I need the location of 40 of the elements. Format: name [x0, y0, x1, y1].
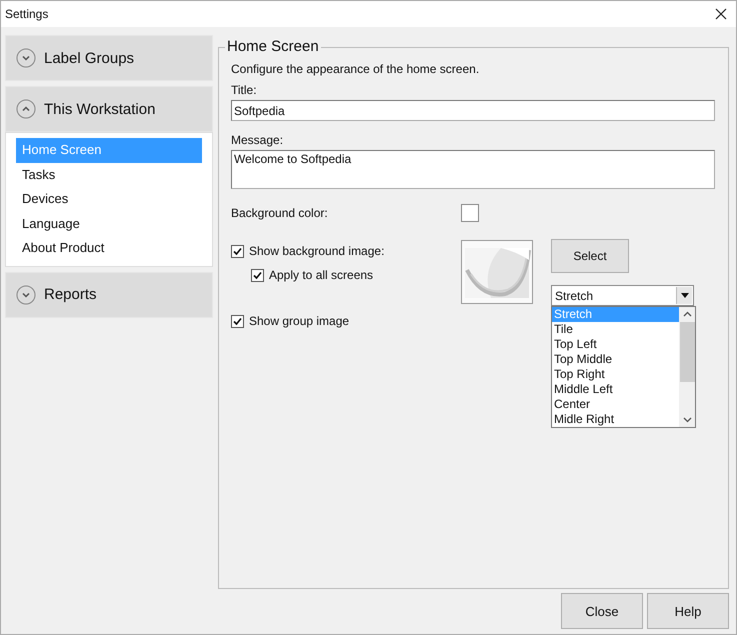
sidebar-item[interactable]: Language	[16, 212, 202, 236]
group-header[interactable]: Label Groups	[5, 35, 213, 81]
group-header[interactable]: This Workstation	[5, 86, 213, 132]
dropdown-option[interactable]: Top Left	[552, 337, 679, 352]
dropdown-option[interactable]: Center	[552, 397, 679, 412]
caret-icon	[680, 293, 688, 298]
scrollbar[interactable]	[679, 307, 695, 427]
checkbox-label: Show group image	[249, 314, 350, 328]
checkbox[interactable]	[231, 314, 244, 328]
dropdown-option[interactable]: Top Middle	[552, 352, 679, 367]
field-label: Background color:	[231, 206, 329, 220]
chevron-icon	[16, 284, 36, 304]
checkbox-label: Show background image:	[249, 244, 384, 258]
checkbox[interactable]	[251, 268, 264, 282]
select-button[interactable]: Select	[551, 239, 629, 273]
sidebar-item[interactable]: Devices	[16, 187, 202, 212]
close-icon[interactable]	[715, 8, 727, 20]
chevron-icon	[16, 99, 36, 119]
dropdown-option[interactable]: Tile	[552, 322, 679, 337]
color-swatch[interactable]	[461, 204, 479, 222]
image-mode-dropdown[interactable]: Stretch	[551, 285, 694, 306]
message-field[interactable]: Welcome to Softpedia	[231, 150, 715, 189]
title-field[interactable]: Softpedia	[231, 100, 715, 121]
scroll-down-icon[interactable]	[682, 417, 692, 423]
sidebar-item[interactable]: Tasks	[16, 162, 202, 187]
dialog-button[interactable]: Help	[647, 593, 729, 629]
field-label: Title:	[231, 83, 258, 97]
chevron-icon	[16, 48, 36, 68]
dropdown-option[interactable]: Middle Left	[552, 382, 679, 397]
scroll-up-icon[interactable]	[682, 311, 692, 317]
dialog-button[interactable]: Close	[561, 593, 643, 629]
dropdown-option[interactable]: Top Right	[552, 367, 679, 382]
checkbox-label: Apply to all screens	[269, 268, 374, 282]
dropdown-option[interactable]: Midle Right	[552, 412, 679, 427]
checkbox[interactable]	[231, 244, 244, 258]
field-label: Message:	[231, 133, 284, 147]
group-header[interactable]: Reports	[5, 272, 213, 318]
window-title: Settings	[5, 7, 48, 21]
sidebar-item[interactable]: About Product	[16, 236, 202, 260]
panel-description: Configure the appearance of the home screen.	[231, 62, 480, 76]
